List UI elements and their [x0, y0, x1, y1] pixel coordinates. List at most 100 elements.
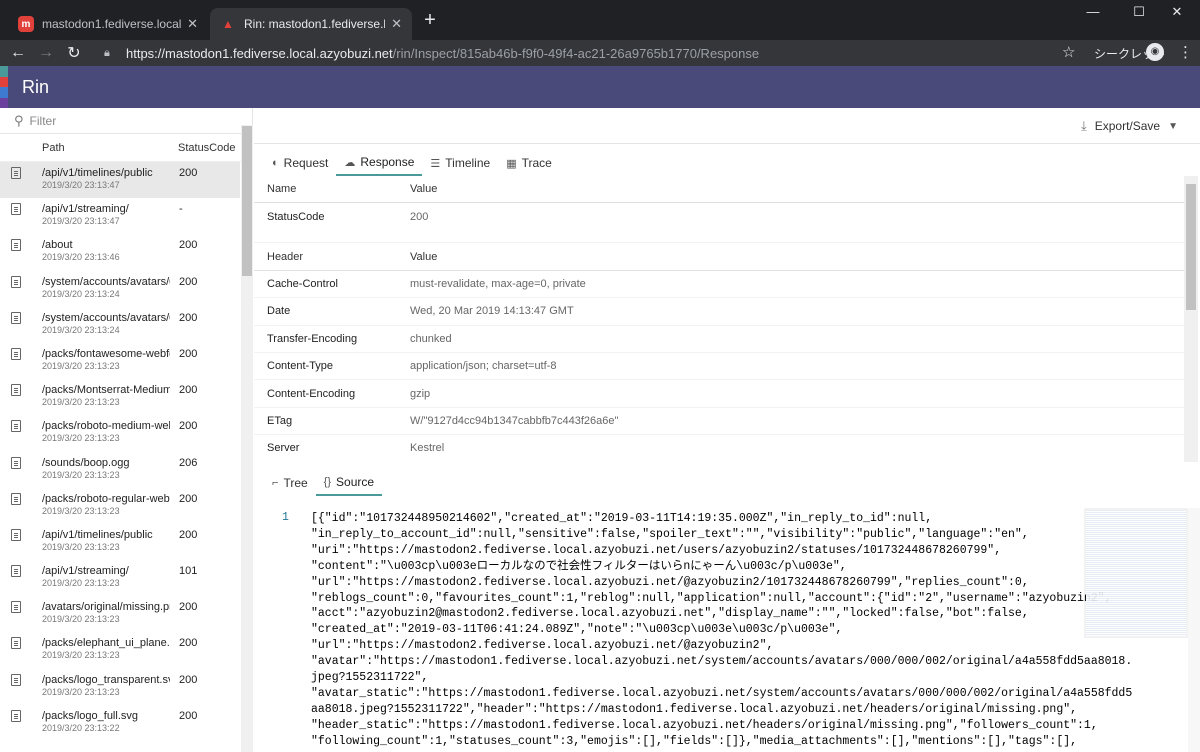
tab-label: Timeline: [445, 156, 491, 170]
close-tab-icon[interactable]: ✕: [187, 16, 198, 32]
request-date: 2019/3/20 23:13:24: [42, 324, 120, 335]
filter-input[interactable]: [29, 113, 230, 128]
request-row[interactable]: /avatars/original/missing.pnc 2019/3/20 2…: [0, 596, 240, 632]
browser-tab-title: Rin: mastodon1.fediverse.local.azyobuzi: [244, 17, 386, 31]
header-name: Date: [267, 305, 291, 318]
request-row[interactable]: /api/v1/streaming/2019/3/20 23:13:47 -: [0, 198, 240, 234]
tab-timeline[interactable]: ☰ Timeline: [422, 150, 498, 176]
new-tab-icon[interactable]: +: [420, 10, 440, 30]
tab-tree[interactable]: ⌐ Tree: [264, 470, 316, 496]
request-row[interactable]: /packs/Montserrat-Medium. 2019/3/20 23:13…: [0, 379, 240, 415]
column-statuscode[interactable]: StatusCode: [178, 142, 235, 154]
header-row: Transfer-Encoding chunked: [254, 326, 1184, 353]
request-row[interactable]: /api/v1/streaming/2019/3/20 23:13:23 101: [0, 560, 240, 596]
tab-request[interactable]: ◐ Request: [264, 150, 336, 176]
incognito-icon[interactable]: ◉: [1146, 43, 1164, 61]
download-icon: ⤓: [1080, 118, 1087, 133]
source-editor[interactable]: 1 [{"id":"101732448950214602","created_a…: [254, 508, 1200, 752]
request-row[interactable]: /about 2019/3/20 23:13:46 200: [0, 234, 240, 270]
trace-icon: ▦: [506, 157, 517, 170]
image-file-icon: [11, 275, 21, 288]
eye-icon: ◐: [272, 157, 279, 169]
header-grid-scroll-thumb[interactable]: [1186, 184, 1196, 310]
request-path: /packs/roboto-regular-webfc: [42, 492, 170, 505]
browser-tab-mastodon[interactable]: m mastodon1.fediverse.local.azyobuzi ✕: [8, 8, 208, 40]
tab-trace[interactable]: ▦ Trace: [498, 150, 560, 176]
request-date: 2019/3/20 23:13:46: [42, 252, 120, 263]
request-path: /packs/fontawesome-webfor: [42, 347, 170, 360]
request-path: /packs/logo_full.svg: [42, 709, 138, 722]
request-row[interactable]: /packs/fontawesome-webfor 2019/3/20 23:13…: [0, 343, 240, 379]
tab-source[interactable]: {} Source: [315, 470, 383, 496]
request-status: 200: [179, 709, 198, 722]
request-date: 2019/3/20 23:13:47: [42, 216, 120, 227]
line-number: 1: [282, 511, 289, 524]
column-path[interactable]: Path: [42, 142, 178, 154]
request-date: 2019/3/20 23:13:23: [42, 469, 120, 480]
kebab-menu-icon[interactable]: ⋮: [1178, 43, 1193, 61]
close-tab-icon[interactable]: ✕: [391, 16, 402, 32]
url-host: https://mastodon1.fediverse.local.azyobu…: [126, 45, 393, 61]
address-bar[interactable]: 🔒︎ https://mastodon1.fediverse.local.azy…: [104, 40, 1084, 66]
bookmark-star-icon[interactable]: ☆: [1062, 43, 1075, 61]
header-value: gzip: [410, 387, 431, 400]
request-row[interactable]: /packs/roboto-regular-webfc 2019/3/20 23:…: [0, 488, 240, 524]
request-row[interactable]: /sounds/boop.ogg 2019/3/20 23:13:23 206: [0, 452, 240, 488]
source-line: "created_at":"2019-03-11T06:41:24.089Z",…: [311, 623, 843, 637]
app-title: Rin: [22, 76, 50, 97]
request-status: 200: [179, 311, 198, 324]
filter-bar: ⚲: [0, 108, 252, 134]
request-date: 2019/3/20 23:13:23: [42, 686, 120, 697]
source-line: "avatar_static":"https://mastodon1.fediv…: [311, 686, 1133, 700]
reload-icon[interactable]: ↻: [60, 43, 88, 63]
request-status: 206: [179, 456, 198, 469]
request-row[interactable]: /system/accounts/avatars/00 2019/3/20 23:…: [0, 271, 240, 307]
request-row[interactable]: /system/accounts/avatars/00 2019/3/20 23:…: [0, 307, 240, 343]
header-name: Content-Type: [267, 360, 334, 373]
source-line: "url":"https://mastodon2.fediverse.local…: [311, 639, 774, 653]
document-icon: [11, 203, 21, 216]
source-line: "uri":"https://mastodon2.fediverse.local…: [311, 543, 1002, 557]
request-status: -: [179, 203, 183, 216]
source-line: "avatar":"https://mastodon1.fediverse.lo…: [311, 655, 1133, 669]
request-status: 200: [179, 492, 198, 505]
minimize-icon[interactable]: —: [1070, 4, 1116, 24]
minimap[interactable]: [1086, 510, 1186, 636]
document-icon: [11, 492, 21, 505]
tab-label: Source: [336, 475, 375, 489]
rin-triangle-icon: ▲: [222, 17, 234, 31]
request-list-scroll-thumb[interactable]: [242, 126, 252, 276]
header-value: must-revalidate, max-age=0, private: [410, 277, 586, 290]
image-file-icon: [11, 311, 21, 324]
request-row[interactable]: /packs/roboto-medium-web 2019/3/20 23:13:…: [0, 415, 240, 451]
request-row[interactable]: /packs/logo_transparent.svg 2019/3/20 23:…: [0, 669, 240, 705]
request-row[interactable]: /api/v1/timelines/public 2019/3/20 23:13:…: [0, 524, 240, 560]
tab-label: Trace: [521, 156, 552, 170]
column-name: Name: [267, 183, 297, 196]
request-path: /packs/logo_transparent.svg: [42, 673, 170, 686]
tree-icon: ⌐: [272, 477, 279, 489]
request-status: 200: [179, 528, 198, 541]
forward-icon[interactable]: →: [32, 44, 60, 62]
request-row[interactable]: /packs/elephant_ui_plane.svg2019/3/20 23…: [0, 632, 240, 668]
column-header: Header: [267, 250, 304, 263]
request-path: /api/v1/timelines/public: [42, 528, 153, 541]
request-row[interactable]: /api/v1/timelines/public 2019/3/20 23:13:…: [0, 162, 240, 199]
export-save-label: Export/Save: [1094, 119, 1161, 133]
tab-label: Tree: [283, 476, 308, 490]
back-icon[interactable]: ←: [4, 44, 32, 62]
request-status: 101: [179, 565, 198, 578]
export-save-button[interactable]: ⤓ Export/Save ▼: [1081, 118, 1178, 134]
source-line: jpeg?1552311722",: [311, 671, 429, 685]
tab-response[interactable]: ☁︎ Response: [336, 150, 423, 176]
window-close-icon[interactable]: ✕: [1154, 4, 1200, 24]
browser-tab-strip: m mastodon1.fediverse.local.azyobuzi ✕ ▲…: [0, 0, 1200, 40]
request-path: /packs/elephant_ui_plane.svg: [42, 637, 170, 650]
header-name: ETag: [267, 414, 293, 427]
request-status: 200: [179, 347, 198, 360]
request-row[interactable]: /packs/logo_full.svg 2019/3/20 23:13:22 20…: [0, 705, 240, 741]
browser-tab-rin[interactable]: ▲ Rin: mastodon1.fediverse.local.azyobuz…: [210, 8, 412, 40]
source-code[interactable]: [{"id":"101732448950214602","created_at"…: [311, 511, 1133, 750]
editor-scrollbar[interactable]: [1188, 508, 1200, 752]
detail-pane: ⤓ Export/Save ▼ ◐ Request ☁︎ Response ☰ Tim…: [254, 108, 1200, 752]
